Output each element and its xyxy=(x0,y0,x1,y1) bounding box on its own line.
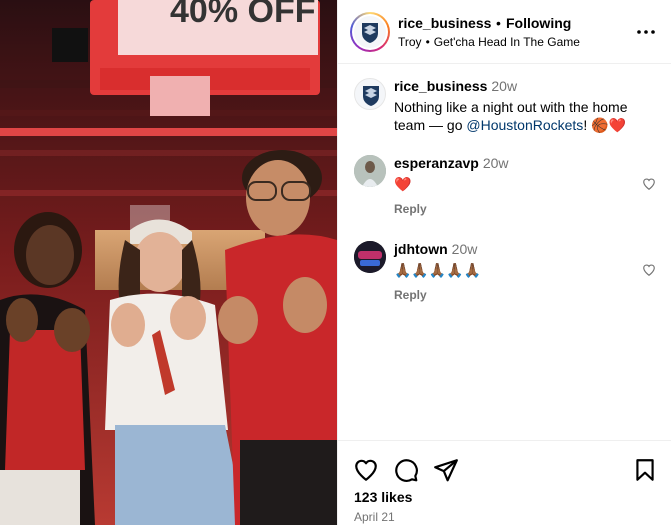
comment-username[interactable]: esperanzavp xyxy=(394,155,479,171)
rice-shield-logo xyxy=(362,23,378,43)
post-details-panel: rice_business • Following Troy • Get'cha H… xyxy=(337,0,671,525)
share-icon[interactable] xyxy=(433,457,459,483)
post-actions: 123 likes April 21 xyxy=(338,440,671,525)
more-options-icon[interactable] xyxy=(636,22,656,42)
like-comment-heart-icon[interactable] xyxy=(642,263,656,277)
like-comment-heart-icon[interactable] xyxy=(642,177,656,191)
subtitle-separator: • xyxy=(425,35,430,49)
audio-link[interactable]: Get'cha Head In The Game xyxy=(434,35,580,49)
caption-time[interactable]: 20w xyxy=(491,78,517,94)
comment-header: jdhtown 20w xyxy=(394,241,477,257)
header-separator: • xyxy=(496,15,501,31)
mention-link[interactable]: @HoustonRockets xyxy=(466,117,583,133)
commenter-avatar[interactable] xyxy=(354,155,386,187)
reply-button[interactable]: Reply xyxy=(394,202,427,216)
scoreboard-sign: 40% OFF xyxy=(170,0,315,30)
caption-text: Nothing like a night out with the home t… xyxy=(394,98,654,134)
commenter-photo xyxy=(354,155,386,187)
comment-text: ❤️ xyxy=(394,176,412,192)
following-button[interactable]: Following xyxy=(506,15,571,31)
caption-username[interactable]: rice_business xyxy=(394,78,487,94)
comment-time[interactable]: 20w xyxy=(483,155,509,171)
likes-count[interactable]: 123 likes xyxy=(354,489,412,505)
comment-header: esperanzavp 20w xyxy=(394,155,509,171)
commenter-photo xyxy=(354,241,386,273)
comment-time[interactable]: 20w xyxy=(452,241,478,257)
author-username[interactable]: rice_business xyxy=(398,15,491,31)
comment-username[interactable]: jdhtown xyxy=(394,241,448,257)
comment-item: jdhtown 20w 🙏🏾🙏🏾🙏🏾🙏🏾🙏🏾 Reply xyxy=(338,241,671,311)
comment-item: esperanzavp 20w ❤️ Reply xyxy=(338,155,671,225)
caption-text-end: ! 🏀❤️ xyxy=(583,117,626,133)
location-link[interactable]: Troy xyxy=(398,35,422,49)
post-photo-illustration: 40% OFF xyxy=(0,0,337,525)
author-avatar[interactable] xyxy=(350,12,390,52)
bookmark-icon[interactable] xyxy=(632,457,658,483)
caption: rice_business 20w Nothing like a night ou… xyxy=(338,78,671,148)
rice-shield-logo xyxy=(363,86,379,106)
post-date[interactable]: April 21 xyxy=(354,510,395,524)
comment-icon[interactable] xyxy=(393,457,419,483)
heart-icon[interactable] xyxy=(353,457,379,483)
commenter-avatar[interactable] xyxy=(354,241,386,273)
post-header: rice_business • Following Troy • Get'cha H… xyxy=(338,0,671,64)
comment-text: 🙏🏾🙏🏾🙏🏾🙏🏾🙏🏾 xyxy=(394,262,482,278)
caption-avatar[interactable] xyxy=(354,78,386,110)
caption-header: rice_business 20w xyxy=(394,78,517,94)
post-subtitle: Troy • Get'cha Head In The Game xyxy=(398,35,580,49)
reply-button[interactable]: Reply xyxy=(394,288,427,302)
post-photo[interactable]: 40% OFF xyxy=(0,0,337,525)
